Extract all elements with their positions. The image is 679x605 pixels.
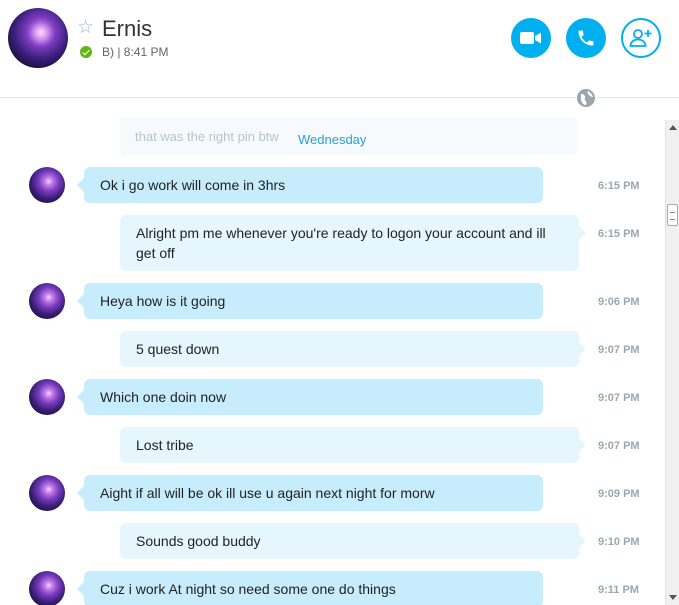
conversation-header: ☆ Ernis B) | 8:41 PM — [0, 0, 679, 98]
message-time: 9:07 PM — [598, 344, 640, 356]
message-text: Heya how is it going — [100, 293, 226, 309]
message-text: Sounds good buddy — [136, 533, 261, 549]
message-time: 9:11 PM — [598, 584, 639, 596]
message-text: Ok i go work will come in 3hrs — [100, 177, 286, 193]
video-call-button[interactable] — [511, 18, 551, 58]
contact-avatar[interactable] — [8, 8, 68, 68]
day-separator: Wednesday — [298, 132, 367, 147]
message-time: 9:06 PM — [598, 296, 640, 308]
scrollbar-thumb[interactable] — [667, 204, 678, 226]
previous-message-text: that was the right pin btw — [135, 129, 279, 144]
message-time: 9:07 PM — [598, 440, 640, 452]
sender-avatar[interactable] — [29, 571, 65, 605]
online-status-icon — [80, 46, 92, 58]
favorite-star-icon[interactable]: ☆ — [77, 18, 94, 37]
message-text: Lost tribe — [136, 437, 194, 453]
audio-call-button[interactable] — [566, 18, 606, 58]
outgoing-message[interactable]: 5 quest down — [120, 331, 586, 367]
message-time: 9:10 PM — [598, 536, 640, 548]
incoming-message[interactable]: Heya how is it going — [77, 283, 543, 319]
sender-avatar[interactable] — [29, 167, 65, 203]
outgoing-message[interactable]: Sounds good buddy — [120, 523, 586, 559]
message-text: Which one doin now — [100, 389, 227, 405]
incoming-message[interactable]: Aight if all will be ok ill use u again … — [77, 475, 543, 511]
incoming-message[interactable]: Ok i go work will come in 3hrs — [77, 167, 543, 203]
incoming-message[interactable]: Cuz i work At night so need some one do … — [77, 571, 543, 605]
contact-name[interactable]: Ernis — [102, 15, 152, 43]
message-text: Aight if all will be ok ill use u again … — [100, 485, 435, 501]
message-time: 6:15 PM — [598, 180, 640, 192]
message-text: Alright pm me whenever you're ready to l… — [136, 225, 546, 261]
add-contact-icon — [629, 29, 652, 47]
phone-icon — [578, 30, 594, 46]
add-participants-button[interactable] — [621, 18, 661, 58]
sender-avatar[interactable] — [29, 379, 65, 415]
scroll-up-arrow-icon[interactable] — [669, 125, 677, 130]
message-time: 9:09 PM — [598, 488, 640, 500]
message-text: 5 quest down — [136, 341, 220, 357]
scroll-down-arrow-icon[interactable] — [669, 595, 677, 600]
message-text: Cuz i work At night so need some one do … — [100, 581, 396, 597]
message-time: 6:15 PM — [598, 228, 640, 240]
message-history[interactable]: that was the right pin btw Wednesday Ok … — [0, 99, 665, 605]
sender-avatar[interactable] — [29, 283, 65, 319]
outgoing-message[interactable]: Lost tribe — [120, 427, 586, 463]
message-time: 9:07 PM — [598, 392, 640, 404]
sender-avatar[interactable] — [29, 475, 65, 511]
incoming-message[interactable]: Which one doin now — [77, 379, 543, 415]
outgoing-message[interactable]: Alright pm me whenever you're ready to l… — [120, 215, 586, 271]
contact-mood-message: B) | 8:41 PM — [102, 45, 169, 59]
chat-scrollbar[interactable] — [665, 120, 679, 605]
video-camera-icon — [520, 32, 541, 44]
